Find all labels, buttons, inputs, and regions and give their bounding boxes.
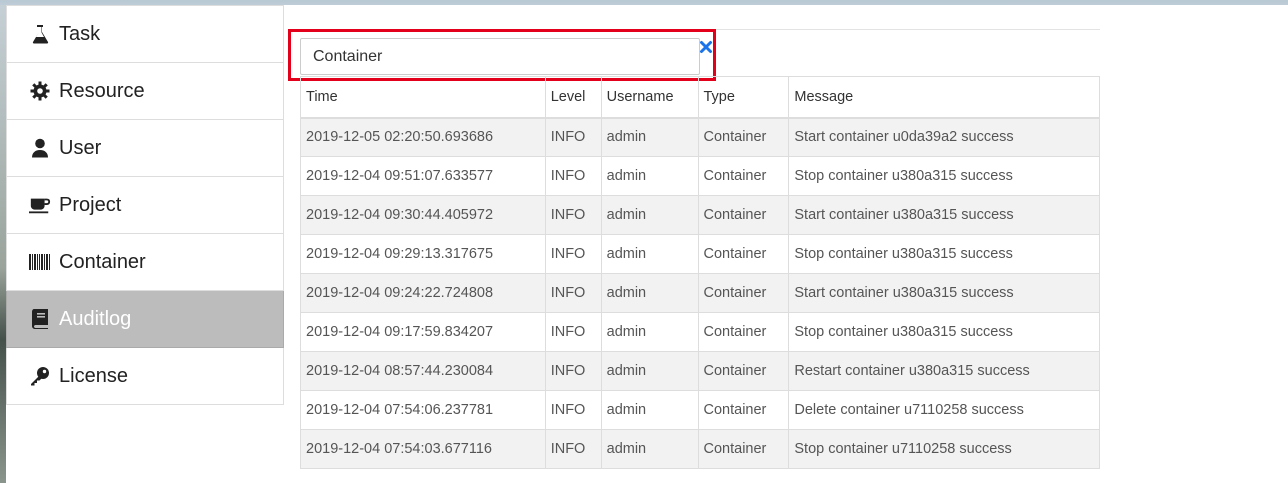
cell-type: Container <box>697 156 790 196</box>
cell-level: INFO <box>544 312 602 352</box>
cell-level: INFO <box>544 195 602 235</box>
sidebar-item-container[interactable]: Container <box>6 234 284 291</box>
column-header-level[interactable]: Level <box>544 76 602 119</box>
sidebar: Task Resource User Project Container Aud… <box>6 5 284 405</box>
cell-username: admin <box>600 195 699 235</box>
cell-time: 2019-12-04 09:17:59.834207 <box>300 312 546 352</box>
cell-message: Stop container u380a315 success <box>788 234 1100 274</box>
gear-icon <box>29 80 51 102</box>
search-input[interactable] <box>300 38 700 75</box>
cell-username: admin <box>600 273 699 313</box>
cell-username: admin <box>600 429 699 469</box>
cell-time: 2019-12-04 09:29:13.317675 <box>300 234 546 274</box>
cell-username: admin <box>600 390 699 430</box>
sidebar-item-task[interactable]: Task <box>6 5 284 63</box>
cell-type: Container <box>697 273 790 313</box>
table-header-row: Time Level Username Type Message <box>300 76 1100 119</box>
cell-level: INFO <box>544 390 602 430</box>
table-row[interactable]: 2019-12-04 09:30:44.405972 INFO admin Co… <box>300 195 1100 235</box>
sidebar-item-label: License <box>59 364 128 387</box>
cell-message: Delete container u7110258 success <box>788 390 1100 430</box>
sidebar-item-label: User <box>59 136 102 159</box>
flask-icon <box>29 23 51 45</box>
column-header-message[interactable]: Message <box>788 76 1100 119</box>
cell-message: Stop container u7110258 success <box>788 429 1100 469</box>
table-row[interactable]: 2019-12-04 07:54:06.237781 INFO admin Co… <box>300 390 1100 430</box>
cell-level: INFO <box>544 234 602 274</box>
cell-type: Container <box>697 312 790 352</box>
cell-type: Container <box>697 351 790 391</box>
cell-username: admin <box>600 156 699 196</box>
audit-log-table: Time Level Username Type Message 2019-12… <box>300 76 1100 469</box>
column-header-type[interactable]: Type <box>697 76 790 119</box>
table-row[interactable]: 2019-12-04 09:29:13.317675 INFO admin Co… <box>300 234 1100 274</box>
barcode-icon <box>29 251 51 273</box>
sidebar-item-auditlog[interactable]: Auditlog <box>6 291 284 348</box>
cell-username: admin <box>600 117 699 157</box>
sidebar-item-label: Resource <box>59 79 145 102</box>
sidebar-item-label: Project <box>59 193 122 216</box>
cell-type: Container <box>697 234 790 274</box>
cell-level: INFO <box>544 273 602 313</box>
user-icon <box>29 137 51 159</box>
cell-time: 2019-12-04 07:54:06.237781 <box>300 390 546 430</box>
cell-level: INFO <box>544 117 602 157</box>
sidebar-item-resource[interactable]: Resource <box>6 63 284 120</box>
cell-level: INFO <box>544 351 602 391</box>
table-row[interactable]: 2019-12-04 09:24:22.724808 INFO admin Co… <box>300 273 1100 313</box>
column-header-time[interactable]: Time <box>300 76 546 119</box>
cell-message: Stop container u380a315 success <box>788 312 1100 352</box>
key-icon <box>29 365 51 387</box>
table-row[interactable]: 2019-12-04 08:57:44.230084 INFO admin Co… <box>300 351 1100 391</box>
page: Task Resource User Project Container Aud… <box>0 5 1288 483</box>
cell-message: Start container u380a315 success <box>788 273 1100 313</box>
cell-type: Container <box>697 195 790 235</box>
sidebar-item-user[interactable]: User <box>6 120 284 177</box>
cell-type: Container <box>697 390 790 430</box>
cell-message: Start container u380a315 success <box>788 195 1100 235</box>
table-row[interactable]: 2019-12-04 09:17:59.834207 INFO admin Co… <box>300 312 1100 352</box>
cell-type: Container <box>697 429 790 469</box>
cell-time: 2019-12-04 07:54:03.677116 <box>300 429 546 469</box>
cell-username: admin <box>600 234 699 274</box>
cell-type: Container <box>697 117 790 157</box>
sidebar-item-label: Auditlog <box>59 307 132 330</box>
cell-level: INFO <box>544 429 602 469</box>
cell-time: 2019-12-04 09:30:44.405972 <box>300 195 546 235</box>
cell-level: INFO <box>544 156 602 196</box>
cell-time: 2019-12-04 08:57:44.230084 <box>300 351 546 391</box>
cell-message: Stop container u380a315 success <box>788 156 1100 196</box>
table-row[interactable]: 2019-12-04 09:51:07.633577 INFO admin Co… <box>300 156 1100 196</box>
sidebar-item-license[interactable]: License <box>6 348 284 405</box>
sidebar-item-label: Task <box>59 22 101 45</box>
cell-username: admin <box>600 312 699 352</box>
cell-message: Start container u0da39a2 success <box>788 117 1100 157</box>
cell-message: Restart container u380a315 success <box>788 351 1100 391</box>
table-row[interactable]: 2019-12-05 02:20:50.693686 INFO admin Co… <box>300 117 1100 157</box>
book-icon <box>29 308 51 330</box>
close-icon[interactable] <box>699 40 713 54</box>
cell-username: admin <box>600 351 699 391</box>
sidebar-item-label: Container <box>59 250 146 273</box>
sidebar-item-project[interactable]: Project <box>6 177 284 234</box>
cell-time: 2019-12-04 09:51:07.633577 <box>300 156 546 196</box>
column-header-username[interactable]: Username <box>600 76 699 119</box>
cell-time: 2019-12-05 02:20:50.693686 <box>300 117 546 157</box>
cell-time: 2019-12-04 09:24:22.724808 <box>300 273 546 313</box>
coffee-cup-icon <box>29 194 51 216</box>
table-row[interactable]: 2019-12-04 07:54:03.677116 INFO admin Co… <box>300 429 1100 469</box>
